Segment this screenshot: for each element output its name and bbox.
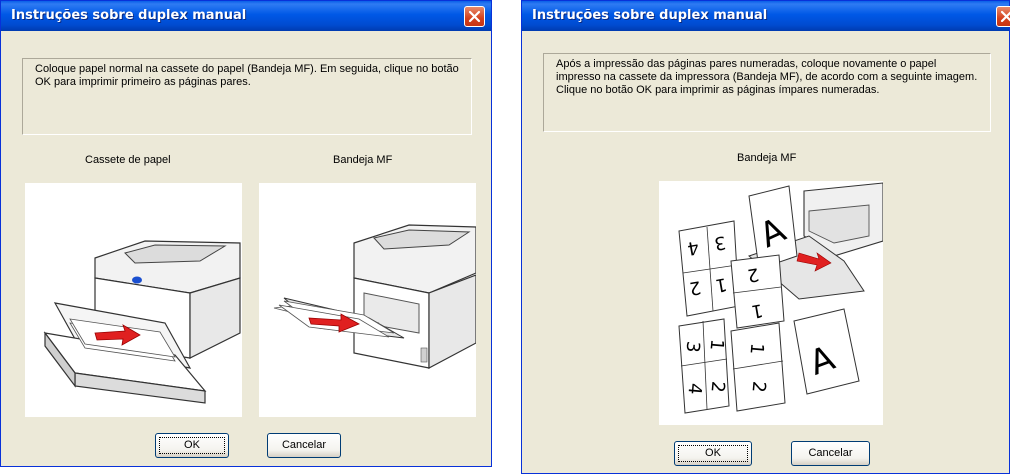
ok-button[interactable]: OK bbox=[155, 433, 229, 458]
close-button[interactable] bbox=[464, 6, 485, 27]
svg-text:2: 2 bbox=[747, 380, 769, 393]
image-label-mf-tray: Bandeja MF bbox=[333, 154, 393, 166]
instruction-box: Após a impressão das páginas pares numer… bbox=[543, 53, 991, 132]
image-label-cassette: Cassete de papel bbox=[85, 154, 171, 166]
svg-text:1: 1 bbox=[705, 338, 727, 351]
cancel-button[interactable]: Cancelar bbox=[267, 433, 341, 458]
image-label-mf-tray: Bandeja MF bbox=[737, 152, 797, 164]
duplex-dialog-first: Instruções sobre duplex manual Coloque p… bbox=[0, 0, 492, 467]
cancel-button[interactable]: Cancelar bbox=[791, 441, 870, 466]
svg-text:3: 3 bbox=[681, 340, 703, 353]
svg-text:2: 2 bbox=[706, 380, 728, 393]
dialog-title: Instruções sobre duplex manual bbox=[532, 8, 768, 23]
reload-illustration: A 4 3 2 1 2 1 3 1 4 2 1 2 A bbox=[659, 181, 883, 425]
close-button[interactable] bbox=[996, 6, 1010, 27]
cassette-illustration bbox=[25, 183, 242, 417]
instruction-text: Após a impressão das páginas pares numer… bbox=[556, 58, 978, 96]
svg-text:1: 1 bbox=[745, 342, 767, 355]
dialog-title: Instruções sobre duplex manual bbox=[11, 8, 247, 23]
close-icon bbox=[468, 10, 481, 23]
duplex-dialog-second: Instruções sobre duplex manual Após a im… bbox=[521, 0, 1010, 474]
ok-button[interactable]: OK bbox=[674, 441, 752, 466]
close-icon bbox=[1000, 10, 1010, 23]
svg-text:4: 4 bbox=[683, 382, 705, 395]
titlebar[interactable]: Instruções sobre duplex manual bbox=[1, 1, 491, 31]
titlebar[interactable]: Instruções sobre duplex manual bbox=[522, 1, 1010, 31]
instruction-box: Coloque papel normal na cassete do papel… bbox=[22, 58, 472, 135]
mf-tray-illustration bbox=[259, 183, 476, 417]
instruction-text: Coloque papel normal na cassete do papel… bbox=[35, 63, 459, 88]
